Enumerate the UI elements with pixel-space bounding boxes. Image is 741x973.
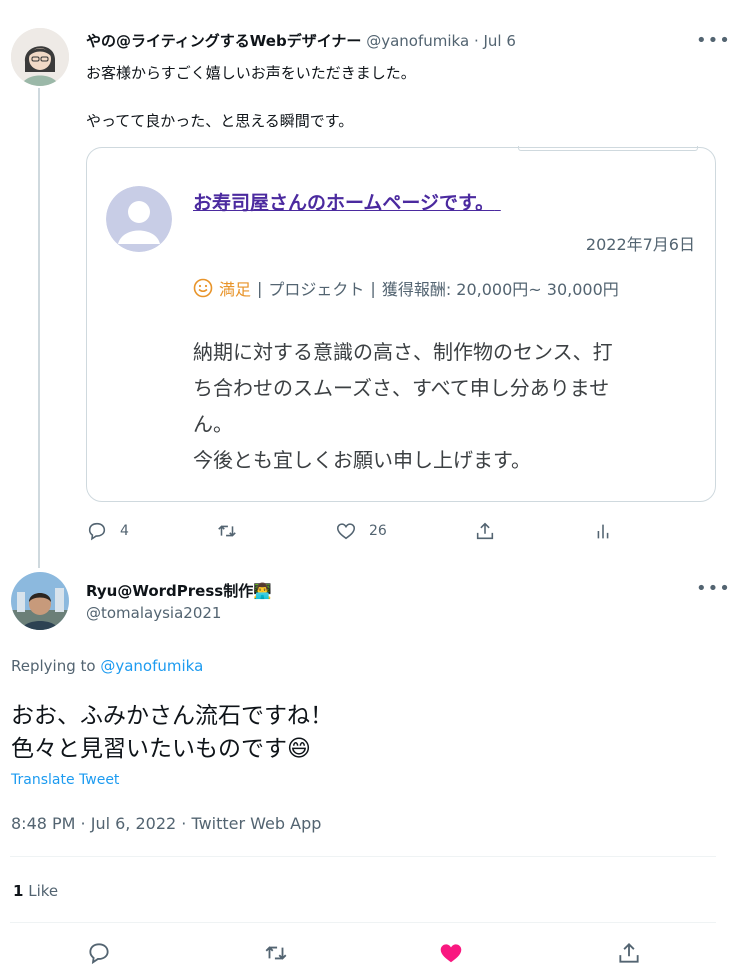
reply-text: おお、ふみかさん流石ですね！ 色々と見習いたいものです😄 xyxy=(11,700,333,766)
tweet-date[interactable]: · Jul 6 xyxy=(474,32,516,50)
likes-label: Like xyxy=(28,882,59,900)
analytics-button[interactable] xyxy=(592,520,614,542)
card-body-line: 納期に対する意識の高さ、制作物のセンス、打 xyxy=(193,340,613,364)
tweet-text-line-2: やってて良かった、と思える瞬間です。 xyxy=(86,112,354,130)
replying-to-prefix: Replying to xyxy=(11,657,96,675)
heart-outline-icon xyxy=(336,523,356,540)
like-count: 26 xyxy=(369,523,387,539)
reply-author-handle[interactable]: @tomalaysia2021 xyxy=(86,604,221,622)
meta-separator: | xyxy=(257,278,263,298)
likes-count: 1 xyxy=(13,882,24,900)
author-handle[interactable]: @yanofumika xyxy=(366,32,469,50)
replying-to: Replying to @yanofumika xyxy=(11,657,203,675)
card-body-line: ち合わせのスムーズさ、すべて申し分ありませ xyxy=(193,376,610,400)
tweet-header: やの@ライティングするWebデザイナー @yanofumika · Jul 6 xyxy=(86,30,516,51)
reply-text-line-2: 色々と見習いたいものです😄 xyxy=(11,733,333,766)
share-icon xyxy=(476,522,494,540)
analytics-icon xyxy=(597,524,609,539)
smile-icon xyxy=(193,278,213,298)
card-date: 2022年7月6日 xyxy=(585,235,695,254)
card-body-line: 今後とも宜しくお願い申し上げます。 xyxy=(193,448,531,472)
rating-label: 満足 xyxy=(219,280,252,299)
card-default-avatar-icon xyxy=(106,186,172,252)
reply-text-line: 色々と見習いたいものです xyxy=(11,736,287,762)
likes-summary[interactable]: 1 Like xyxy=(13,882,58,900)
thread-connector-line xyxy=(38,88,40,568)
retweet-action-button[interactable] xyxy=(263,940,289,966)
share-button[interactable] xyxy=(474,520,496,542)
card-reward: 獲得報酬: 20,000円~ 30,000円 xyxy=(381,280,619,299)
author-name[interactable]: やの@ライティングするWebデザイナー xyxy=(86,32,361,50)
retweet-icon xyxy=(218,525,236,537)
reply-text-line: おお、ふみかさん流石ですね！ xyxy=(11,703,333,729)
heart-filled-icon xyxy=(440,944,462,963)
grinning-face-emoji-icon: 😄 xyxy=(287,736,311,762)
reply-author-name[interactable]: Ryu@WordPress制作👨‍💻 xyxy=(86,580,272,601)
card-title-text: お寿司屋さんのホームページです。 xyxy=(193,192,495,214)
divider xyxy=(10,856,716,857)
card-body-line: ん。 xyxy=(193,412,233,436)
share-action-button[interactable] xyxy=(616,940,642,966)
reply-author-name-text: Ryu@WordPress制作 xyxy=(86,582,254,600)
more-options-icon[interactable]: ••• xyxy=(696,32,731,50)
meta-separator: | xyxy=(370,278,376,298)
card-body: 納期に対する意識の高さ、制作物のセンス、打 ち合わせのスムーズさ、すべて申し分あ… xyxy=(193,334,613,478)
divider xyxy=(10,922,716,923)
reply-more-options-icon[interactable]: ••• xyxy=(696,580,731,598)
reply-icon xyxy=(88,522,106,541)
like-action-button[interactable] xyxy=(438,940,464,966)
share-icon xyxy=(619,943,639,963)
reply-count: 4 xyxy=(120,523,129,539)
translate-tweet-link[interactable]: Translate Tweet xyxy=(11,772,119,788)
retweet-button[interactable] xyxy=(216,520,238,542)
retweet-icon xyxy=(265,946,287,960)
card-category: プロジェクト xyxy=(268,280,365,299)
technologist-emoji-icon: 👨‍💻 xyxy=(253,582,272,600)
card-title[interactable]: お寿司屋さんのホームページです。 xyxy=(193,188,501,215)
card-meta-row: 満足 | プロジェクト | 獲得報酬: 20,000円~ 30,000円 xyxy=(193,276,619,300)
reply-button[interactable]: 4 xyxy=(86,520,129,542)
replying-to-handle[interactable]: @yanofumika xyxy=(100,657,203,675)
reply-icon xyxy=(89,943,109,965)
reply-timestamp[interactable]: 8:48 PM · Jul 6, 2022 · Twitter Web App xyxy=(11,814,321,833)
tweet-text-line-1: お客様からすごく嬉しいお声をいただきました。 xyxy=(86,64,416,82)
avatar-illustration xyxy=(11,28,69,86)
author-avatar[interactable] xyxy=(11,28,69,86)
like-button[interactable]: 26 xyxy=(335,520,387,542)
reply-author-avatar[interactable] xyxy=(11,572,69,630)
reply-action-button[interactable] xyxy=(86,940,112,966)
avatar-photo xyxy=(11,572,69,630)
